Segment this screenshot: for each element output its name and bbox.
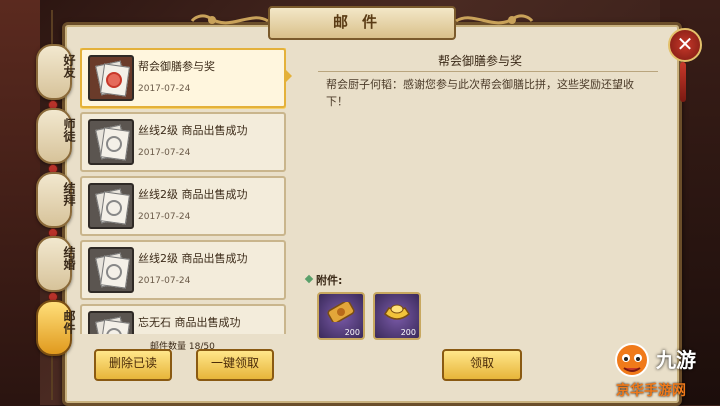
claim-all-button[interactable]: 一键领取 [196,349,274,381]
background-left [0,0,40,405]
mail-item[interactable]: 忘无石 商品出售成功 [80,304,286,334]
mail-subject: 丝线2级 商品出售成功 [138,252,248,265]
watermark-site: 京华手游网 [616,383,686,399]
claim-button[interactable]: 领取 [442,349,522,381]
watermark-brand: 九游 [656,348,696,372]
mail-icon [88,311,134,334]
mail-item[interactable]: 丝线2级 商品出售成功 2017-07-24 [80,240,286,300]
mail-list[interactable]: 帮会御膳参与奖 2017-07-24 丝线2级 商品出售成功 2017-07-2… [80,48,286,334]
tab-marriage[interactable]: 结婚 [36,236,76,292]
mail-date: 2017-07-24 [138,276,191,286]
detail-divider [318,71,658,72]
close-tassel [680,62,686,102]
tab-label: 好友 [62,54,76,78]
mail-item-selected[interactable]: 帮会御膳参与奖 2017-07-24 [80,48,286,108]
detail-title: 帮会御膳参与奖 [437,54,522,68]
mail-icon [88,183,134,229]
tab-mentor[interactable]: 师徒 [36,108,76,164]
gold-ingot-icon [384,304,410,320]
tab-label: 师徒 [62,118,76,142]
mail-icon [88,55,134,101]
mail-item[interactable]: 丝线2级 商品出售成功 2017-07-24 [80,112,286,172]
mail-item[interactable]: 丝线2级 商品出售成功 2017-07-24 [80,176,286,236]
mail-subject: 帮会御膳参与奖 [138,60,215,73]
attachment-count: 200 [400,328,416,337]
attachment-item[interactable]: 200 [317,292,365,340]
attachment-item[interactable]: 200 [373,292,421,340]
tab-mail[interactable]: 邮件 [36,300,76,356]
mail-icon [88,247,134,293]
close-button[interactable]: ✕ [668,28,702,62]
attachment-count: 200 [344,328,360,337]
watermark-logo: 九游 京华手游网 [612,338,716,400]
tab-label: 结婚 [62,246,76,270]
mail-icon [88,119,134,165]
window-title: 邮件 [268,6,456,40]
mail-date: 2017-07-24 [138,212,191,222]
ticket-icon [327,302,355,322]
selected-arrow [286,70,292,82]
detail-body: 帮会厨子何韬：感谢您参与此次帮会御膳比拼，这些奖励还望收下！ [326,78,634,108]
mail-date: 2017-07-24 [138,148,191,158]
tab-label: 结拜 [62,182,76,206]
tab-label: 邮件 [62,310,76,334]
tab-friends[interactable]: 好友 [36,44,76,100]
mail-subject: 丝线2级 商品出售成功 [138,124,248,137]
mail-subject: 丝线2级 商品出售成功 [138,188,248,201]
delete-read-button[interactable]: 删除已读 [94,349,172,381]
tab-sworn[interactable]: 结拜 [36,172,76,228]
attachments-label: 附件: [316,274,343,287]
title-ornament-right [455,14,534,25]
title-ornament-left [190,14,269,25]
close-icon: ✕ [676,32,694,56]
mail-subject: 忘无石 商品出售成功 [138,316,241,329]
mail-date: 2017-07-24 [138,84,191,94]
